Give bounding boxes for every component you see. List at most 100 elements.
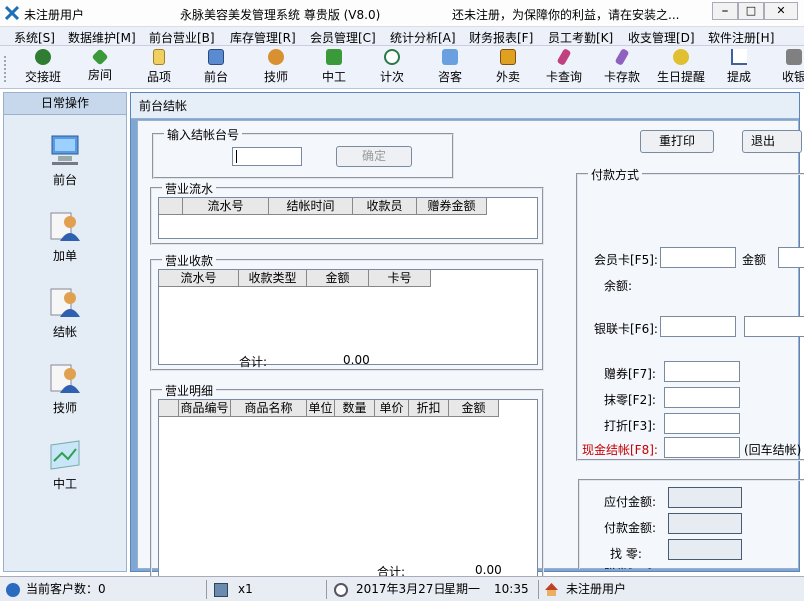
user-checkout-icon xyxy=(48,285,82,319)
menu-expense[interactable]: 收支管理[D] xyxy=(628,29,695,46)
col-discount[interactable]: 折扣 xyxy=(409,400,449,417)
computer-icon xyxy=(48,133,82,167)
col-voucher-amount[interactable]: 赠券金额 xyxy=(417,198,487,215)
toolbar-birthday[interactable]: 生日提醒 xyxy=(655,49,707,87)
member-balance-label: 余额: xyxy=(604,279,633,293)
round-off-input[interactable] xyxy=(664,387,740,408)
voucher-input[interactable] xyxy=(664,361,740,382)
col-card-number[interactable]: 卡号 xyxy=(369,270,431,287)
menu-register[interactable]: 软件注册[H] xyxy=(708,29,774,46)
menu-frontdesk[interactable]: 前台营业[B] xyxy=(149,29,215,46)
title-bar: 未注册用户 永脉美容美发管理系统 尊贵版 (V8.0) 还未注册，为保障你的利益… xyxy=(0,0,804,27)
member-amount-input[interactable] xyxy=(778,247,804,268)
exit-button[interactable]: 退出[ESC] xyxy=(742,130,802,153)
payment-method-group: 付款方式 会员卡[F5]: 金额 余额: 银联卡[F6]: 赠券[F7]: 抹零… xyxy=(576,166,804,461)
status-separator xyxy=(538,580,539,599)
menu-attendance[interactable]: 员工考勤[K] xyxy=(548,29,613,46)
menu-stats[interactable]: 统计分析[A] xyxy=(390,29,456,46)
reprint-button[interactable]: 重打印 xyxy=(640,130,714,153)
left-item-add-order[interactable]: 加单 xyxy=(4,209,126,264)
toolbar-shift-change[interactable]: 交接班 xyxy=(20,49,66,87)
toolbar-card-deposit[interactable]: 卡存款 xyxy=(602,48,642,87)
toolbar-items[interactable]: 品项 xyxy=(144,49,174,87)
toolbar-midwork[interactable]: 中工 xyxy=(318,49,350,87)
cash-checkout-input[interactable] xyxy=(664,437,740,458)
business-collection-table[interactable]: 流水号 收款类型 金额 卡号 合计: 0.00 xyxy=(158,269,538,369)
union-card-label: 银联卡[F6]: xyxy=(594,322,658,336)
business-flow-label: 营业流水 xyxy=(162,180,217,197)
col-quantity[interactable]: 数量 xyxy=(335,400,375,417)
left-panel-title: 日常操作 xyxy=(4,93,126,115)
col-serial[interactable]: 流水号 xyxy=(159,270,239,287)
menu-finance[interactable]: 财务报表[F] xyxy=(469,29,533,46)
toolbar-receptionist[interactable]: 咨客 xyxy=(434,49,466,87)
menu-bar: 系统[S] 数据维护[M] 前台营业[B] 库存管理[R] 会员管理[C] 统计… xyxy=(0,27,804,46)
business-collection-group: 营业收款 流水号 收款类型 金额 卡号 合计: 0.00 xyxy=(150,252,544,371)
menu-inventory[interactable]: 库存管理[R] xyxy=(230,29,296,46)
detail-total-value: 0.00 xyxy=(475,563,502,577)
toolbar-takeout[interactable]: 外卖 xyxy=(492,49,524,87)
round-off-label: 抹零[F2]: xyxy=(604,393,656,407)
menu-member[interactable]: 会员管理[C] xyxy=(310,29,376,46)
toolbar-cashier[interactable]: 收银 xyxy=(782,49,804,87)
toolbar-count[interactable]: 计次 xyxy=(376,49,408,87)
minimize-button[interactable]: ⎯ xyxy=(712,2,738,20)
clock-icon xyxy=(384,49,400,65)
room-icon xyxy=(91,48,109,66)
worker-icon xyxy=(326,49,342,65)
toolbar-card-query[interactable]: 卡查询 xyxy=(544,48,584,87)
left-item-checkout[interactable]: 结帐 xyxy=(4,285,126,340)
zoom-level: x1 xyxy=(238,582,253,596)
toolbar-grip xyxy=(4,56,8,82)
col-checkout-time[interactable]: 结帐时间 xyxy=(269,198,353,215)
business-collection-label: 营业收款 xyxy=(162,252,217,269)
col-unit[interactable]: 单位 xyxy=(307,400,335,417)
register-icon xyxy=(786,49,802,65)
col-product-name[interactable]: 商品名称 xyxy=(231,400,307,417)
col-unit-price[interactable]: 单价 xyxy=(375,400,409,417)
checkout-content: 输入结帐台号 确定 重打印 退出[ESC] 营业流水 流水号 结帐时间 收款员 … xyxy=(137,120,804,579)
close-button[interactable]: ✕ xyxy=(764,2,798,20)
left-item-technician[interactable]: 技师 xyxy=(4,361,126,416)
table-number-input[interactable] xyxy=(232,147,302,166)
info-icon xyxy=(6,583,20,597)
row-indicator-header xyxy=(159,198,183,215)
status-separator xyxy=(326,580,327,599)
status-separator xyxy=(206,580,207,599)
left-item-midwork[interactable]: 中工 xyxy=(4,437,126,492)
payable-label: 应付金额: xyxy=(604,495,657,509)
union-card-amount-input[interactable] xyxy=(744,316,804,337)
confirm-button[interactable]: 确定 xyxy=(336,146,412,167)
collection-total-label: 合计: xyxy=(239,355,268,369)
desk-icon xyxy=(208,49,224,65)
business-detail-table[interactable]: 商品编号 商品名称 单位 数量 单价 折扣 金额 合计: 0.00 xyxy=(158,399,538,579)
map-icon xyxy=(48,437,82,471)
toolbar-technician[interactable]: 技师 xyxy=(260,49,292,87)
keyboard-icon xyxy=(214,583,228,597)
toolbar-room[interactable]: 房间 xyxy=(82,48,118,87)
toolbar: 交接班 房间 品项 前台 技师 中工 计次 咨客 外卖 卡查询 卡存款 生日提醒… xyxy=(0,46,804,89)
payment-method-label: 付款方式 xyxy=(588,166,643,183)
left-item-frontdesk[interactable]: 前台 xyxy=(4,133,126,188)
member-card-label: 会员卡[F5]: xyxy=(594,253,658,267)
business-detail-label: 营业明细 xyxy=(162,382,217,399)
toolbar-commission[interactable]: 提成 xyxy=(724,49,754,87)
box-icon xyxy=(500,49,516,65)
menu-data[interactable]: 数据维护[M] xyxy=(68,29,136,46)
status-bar: 当前客户数：0 x1 2017年3月27日 星期一 10:35 未注册用户 xyxy=(0,576,804,601)
col-amount[interactable]: 金额 xyxy=(307,270,369,287)
payment-summary-group: 应付金额: 付款金额: 找 零: 赠券[F6] xyxy=(578,479,804,569)
union-card-input[interactable] xyxy=(660,316,736,337)
col-amount[interactable]: 金额 xyxy=(449,400,499,417)
member-card-input[interactable] xyxy=(660,247,736,268)
business-flow-table[interactable]: 流水号 结帐时间 收款员 赠券金额 xyxy=(158,197,538,239)
col-cashier[interactable]: 收款员 xyxy=(353,198,417,215)
col-product-code[interactable]: 商品编号 xyxy=(179,400,231,417)
col-serial[interactable]: 流水号 xyxy=(183,198,269,215)
menu-system[interactable]: 系统[S] xyxy=(14,29,55,46)
cash-checkout-hint: (回车结帐) xyxy=(744,443,802,457)
discount-input[interactable] xyxy=(664,413,740,434)
toolbar-frontdesk[interactable]: 前台 xyxy=(200,49,232,87)
col-collection-type[interactable]: 收款类型 xyxy=(239,270,307,287)
maximize-button[interactable]: □ xyxy=(738,2,764,20)
